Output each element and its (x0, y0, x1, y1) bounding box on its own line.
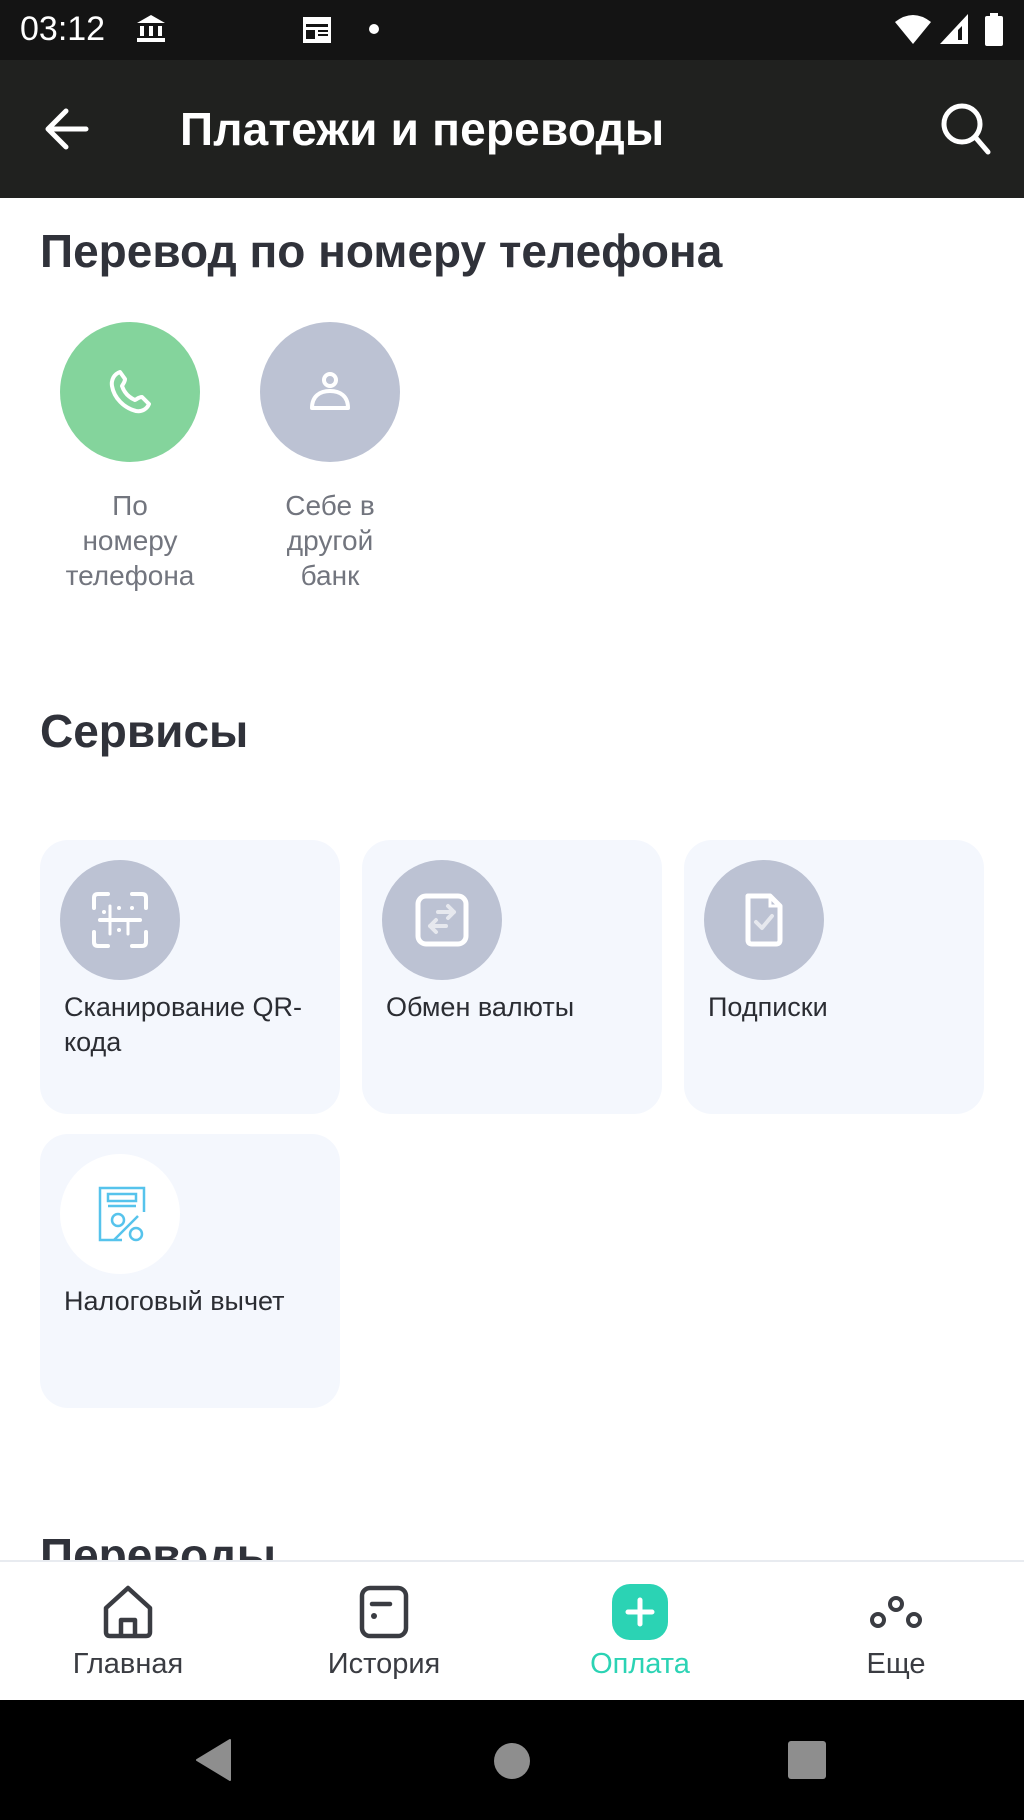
service-icon-circle (60, 860, 180, 980)
service-card-tax-deduction[interactable]: Налоговый вычет (40, 1134, 340, 1408)
person-icon (310, 372, 350, 410)
tax-deduction-icon (98, 1186, 146, 1242)
wifi-icon (895, 15, 931, 44)
nav-item-history[interactable]: История (256, 1562, 512, 1702)
more-icon (870, 1596, 922, 1628)
home-icon (103, 1585, 153, 1639)
content-scroll[interactable]: Перевод по номеру телефона По номеру тел… (0, 198, 1024, 1560)
search-icon[interactable] (936, 98, 996, 158)
section-title-services: Сервисы (40, 705, 249, 757)
nav-label: Еще (866, 1648, 926, 1680)
page-title: Платежи и переводы (180, 103, 665, 155)
plus-icon (612, 1584, 668, 1640)
battery-icon (985, 13, 1003, 46)
service-label: Обмен валюты (386, 992, 575, 1022)
quick-action-circle (60, 322, 200, 462)
quick-action-label: Себе в другой банк (285, 490, 375, 591)
service-card-currency-exchange[interactable]: Обмен валюты (362, 840, 662, 1114)
section-title-phone-transfer: Перевод по номеру телефона (40, 225, 723, 277)
calendar-icon (303, 17, 331, 43)
quick-action-label: По номеру телефона (65, 490, 195, 591)
nav-item-more[interactable]: Еще (768, 1562, 1024, 1702)
recents-square-icon[interactable] (787, 1740, 827, 1780)
service-icon-circle (382, 860, 502, 980)
nav-label: Оплата (590, 1648, 690, 1680)
service-card-qr-scan[interactable]: Сканирование QR-кода (40, 840, 340, 1114)
back-triangle-icon[interactable] (194, 1738, 234, 1782)
nav-item-payment[interactable]: Оплата (512, 1562, 768, 1702)
bank-icon (137, 15, 165, 42)
nav-item-home[interactable]: Главная (0, 1562, 256, 1702)
quick-action-by-phone[interactable]: По номеру телефона (50, 322, 210, 593)
service-icon-circle (704, 860, 824, 980)
quick-action-own-other-bank[interactable]: Себе в другой банк (250, 322, 410, 593)
home-circle-icon[interactable] (493, 1742, 531, 1780)
system-nav-bar (0, 1700, 1024, 1820)
currency-exchange-icon (415, 893, 469, 947)
dot-icon (369, 24, 379, 34)
nav-label: История (327, 1648, 441, 1680)
status-bar: 03:12 (0, 0, 1024, 60)
app-bar: Платежи и переводы (0, 60, 1024, 198)
status-time: 03:12 (20, 10, 106, 48)
service-label: Сканирование QR-кода (64, 992, 303, 1057)
arrow-left-icon[interactable] (40, 104, 96, 154)
nav-label: Главная (72, 1648, 184, 1680)
qr-scan-icon (92, 892, 148, 948)
section-title-transfers: Переводы (40, 1529, 276, 1560)
service-card-subscriptions[interactable]: Подписки (684, 840, 984, 1114)
subscription-document-icon (745, 893, 783, 947)
bottom-nav: Главная История Оплата Еще (0, 1560, 1024, 1700)
quick-action-circle (260, 322, 400, 462)
history-icon (359, 1585, 409, 1639)
service-label: Подписки (708, 992, 828, 1022)
service-icon-circle (60, 1154, 180, 1274)
service-label: Налоговый вычет (64, 1286, 285, 1316)
phone-icon (109, 370, 151, 414)
signal-icon (940, 14, 968, 44)
